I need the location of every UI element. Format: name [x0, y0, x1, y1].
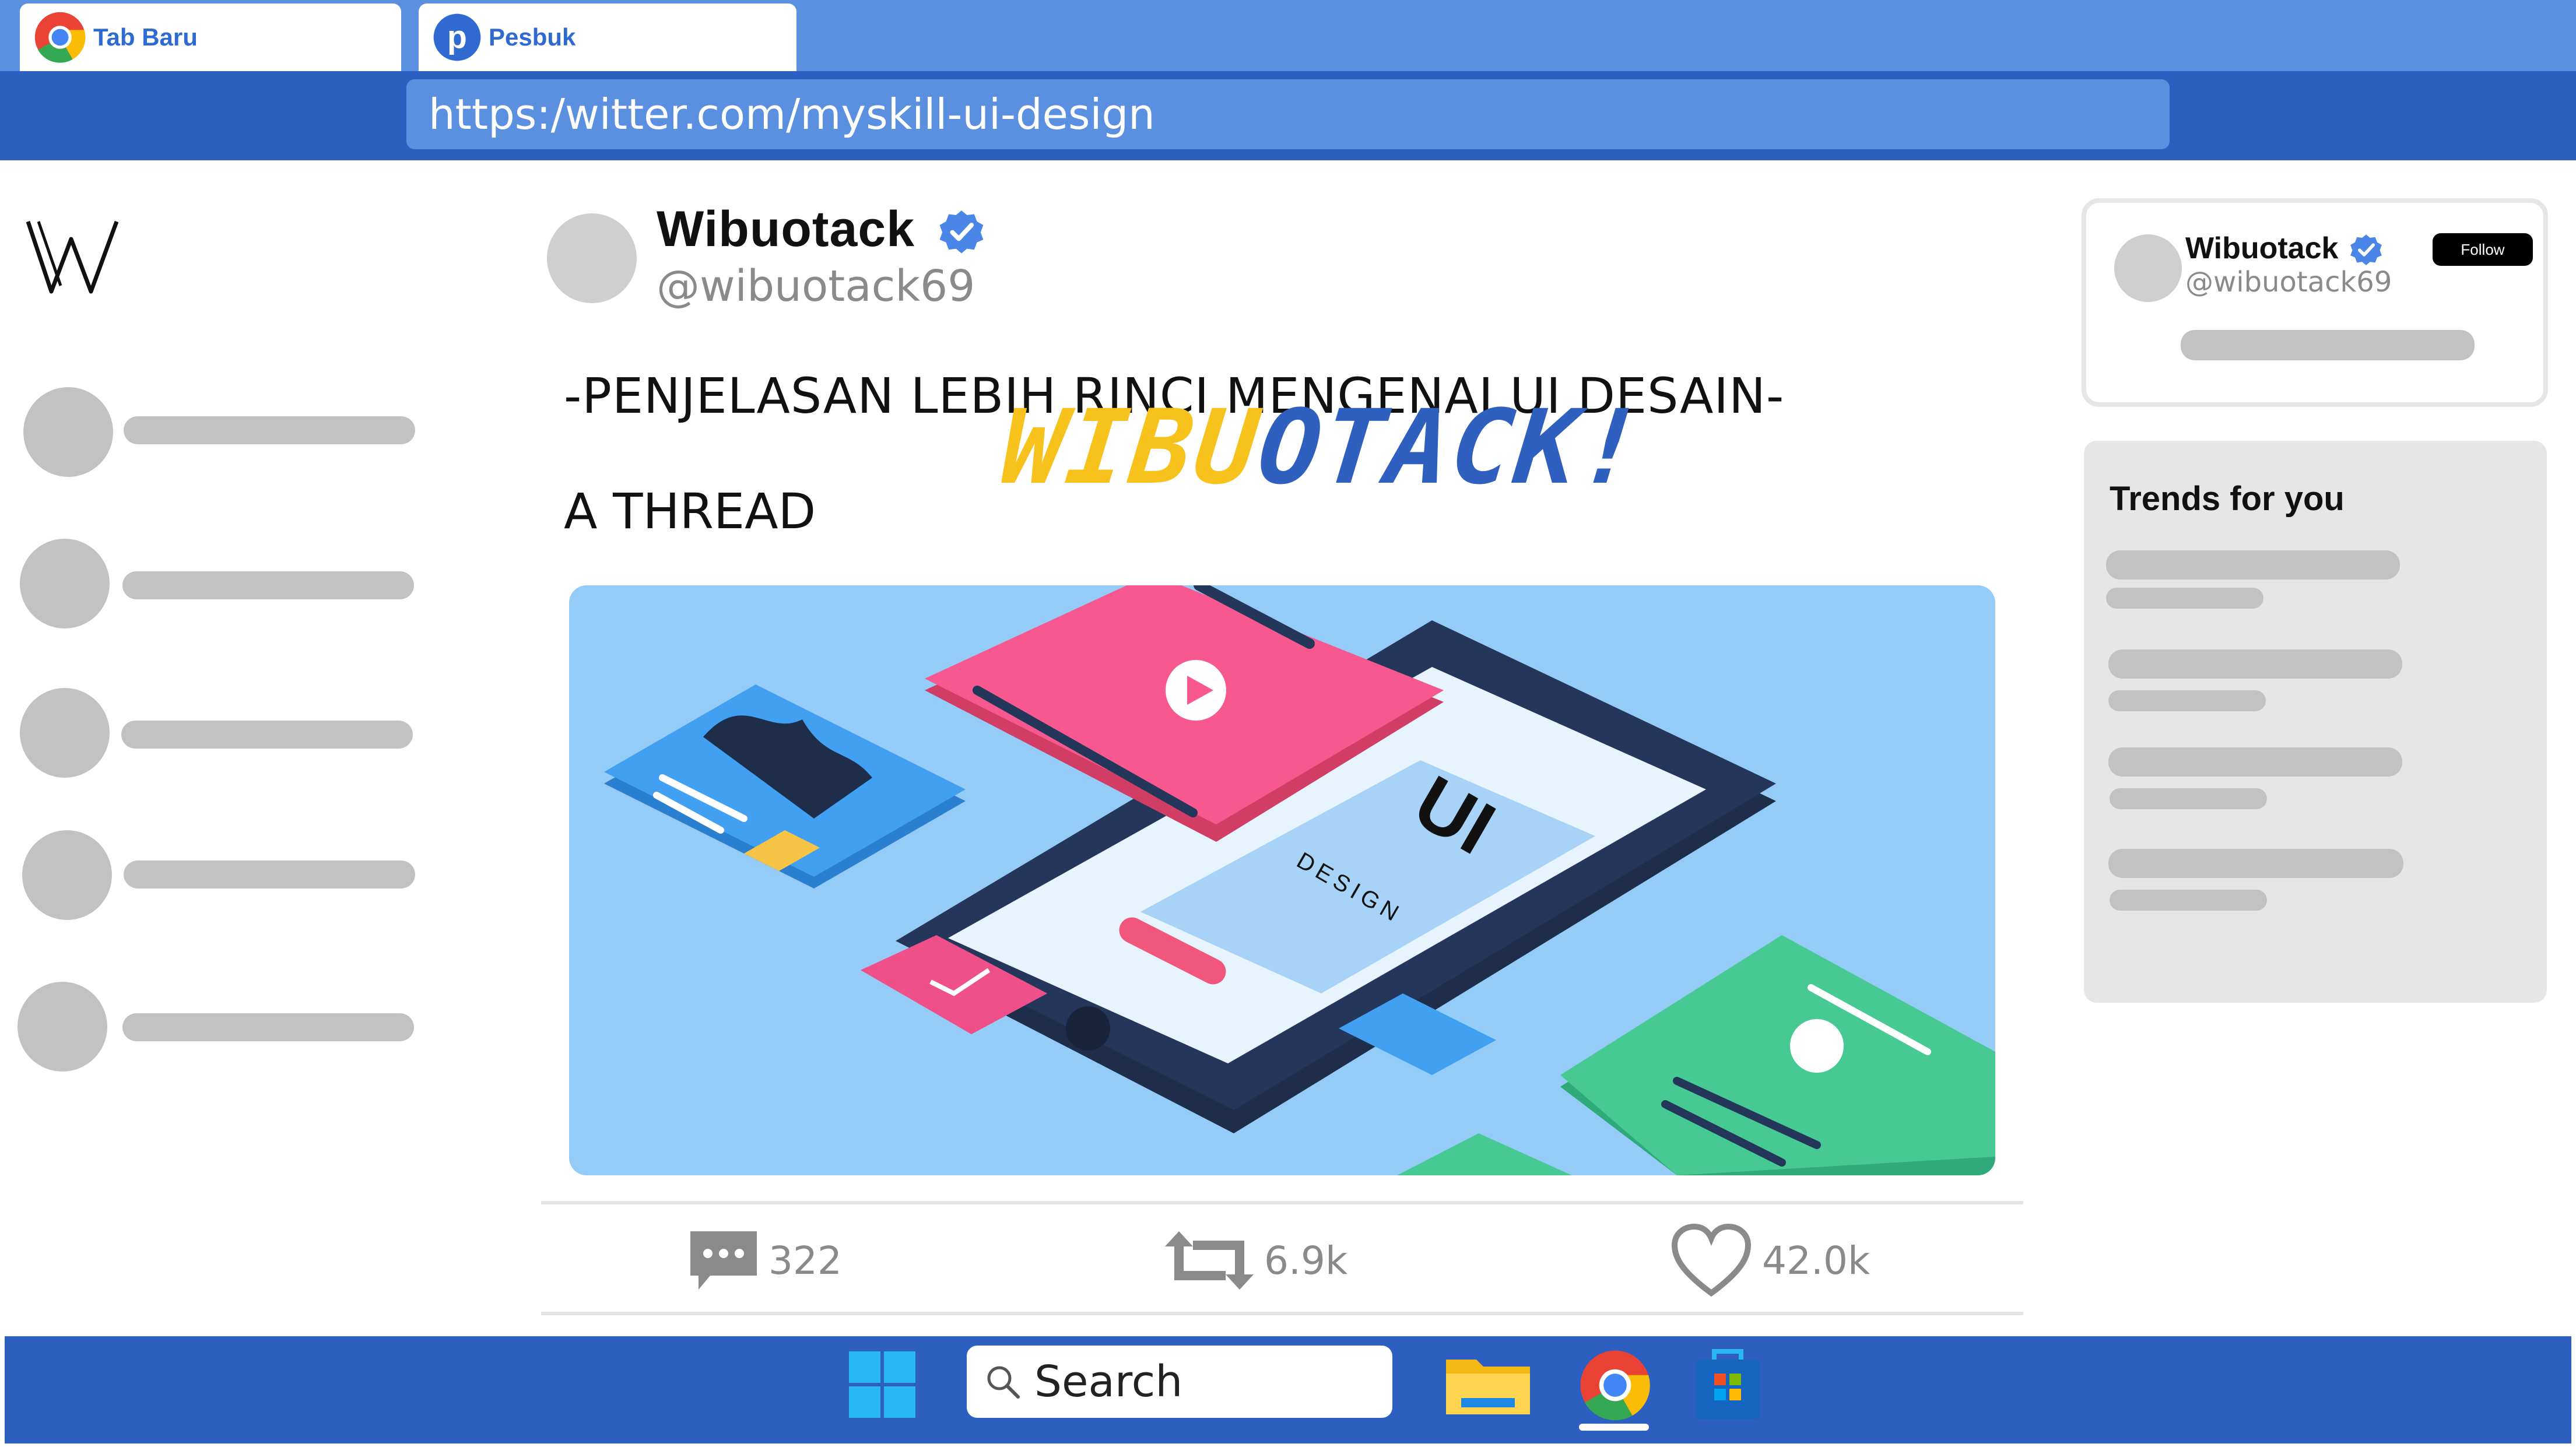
start-button[interactable] — [848, 1350, 917, 1422]
search-label: Search — [1034, 1357, 1183, 1407]
trend-meta-placeholder — [2108, 690, 2266, 711]
reply-button[interactable] — [687, 1228, 760, 1296]
store-icon — [1696, 1349, 1760, 1419]
retweet-icon — [1165, 1231, 1254, 1290]
search-icon — [987, 1366, 1020, 1399]
trend-meta-placeholder — [2106, 588, 2263, 609]
address-bar[interactable]: https:/witter.com/myskill-ui-design — [406, 79, 2170, 149]
watermark-part: OTACK! — [1253, 388, 1651, 507]
trend-item-placeholder[interactable] — [2108, 747, 2402, 777]
trend-meta-placeholder — [2110, 890, 2267, 911]
retweet-button[interactable] — [1161, 1229, 1257, 1295]
profile-name[interactable]: Wibuotack — [2185, 231, 2338, 266]
avatar[interactable] — [547, 213, 637, 303]
nav-icon-placeholder[interactable] — [23, 387, 113, 477]
folder-icon — [1446, 1360, 1530, 1414]
svg-text:p: p — [447, 19, 467, 55]
verified-badge-icon — [939, 210, 984, 254]
action-divider-top — [541, 1201, 2023, 1204]
chrome-taskbar-button[interactable] — [1579, 1349, 1651, 1424]
tweet-text-line: A THREAD — [564, 483, 816, 540]
verified-badge-icon — [2350, 234, 2382, 265]
tweet-image[interactable]: UI DESIGN — [569, 585, 1995, 1175]
trends-panel — [2084, 441, 2547, 1003]
trend-item-placeholder[interactable] — [2108, 649, 2402, 679]
nav-label-placeholder[interactable] — [122, 571, 414, 599]
action-divider-bottom — [541, 1312, 2023, 1315]
w-logo-icon — [26, 220, 119, 294]
file-explorer-button[interactable] — [1444, 1354, 1532, 1420]
tweet-author-handle[interactable]: @wibuotack69 — [657, 261, 975, 311]
taskbar-search-input[interactable]: Search — [967, 1346, 1392, 1418]
like-button[interactable] — [1671, 1223, 1752, 1302]
profile-card-illustration — [1560, 935, 1995, 1175]
trend-item-placeholder[interactable] — [2106, 550, 2400, 579]
browser-tab-bar: Tab Baru p Pesbuk — [0, 0, 2576, 71]
tab-tab-baru[interactable]: Tab Baru — [20, 3, 401, 71]
ui-design-illustration: UI DESIGN — [604, 585, 1995, 1175]
watermark-part: WIBU — [996, 388, 1266, 507]
tab-label: Tab Baru — [93, 23, 198, 51]
chrome-icon — [1580, 1350, 1650, 1421]
windows-icon — [849, 1351, 915, 1418]
trend-item-placeholder[interactable] — [2108, 849, 2403, 878]
reply-count: 322 — [768, 1238, 842, 1283]
active-app-indicator — [1579, 1424, 1649, 1431]
nav-icon-placeholder[interactable] — [17, 982, 107, 1072]
site-logo[interactable] — [23, 216, 146, 300]
retweet-count: 6.9k — [1264, 1238, 1348, 1283]
profile-avatar[interactable] — [2114, 234, 2182, 302]
nav-label-placeholder[interactable] — [122, 1013, 414, 1041]
nav-label-placeholder[interactable] — [124, 416, 415, 444]
tab-pesbuk[interactable]: p Pesbuk — [419, 3, 796, 71]
watermark: WIBUOTACK! — [996, 388, 1650, 507]
profile-handle[interactable]: @wibuotack69 — [2185, 266, 2392, 298]
nav-icon-placeholder[interactable] — [20, 539, 110, 628]
store-button[interactable] — [1693, 1346, 1762, 1424]
trends-title: Trends for you — [2110, 480, 2345, 518]
heart-icon — [1671, 1223, 1752, 1297]
chrome-icon — [34, 12, 86, 63]
nav-label-placeholder[interactable] — [124, 861, 415, 888]
profile-bio-placeholder — [2181, 330, 2475, 360]
pesbuk-icon: p — [433, 13, 481, 61]
tab-label: Pesbuk — [489, 23, 576, 51]
nav-label-placeholder[interactable] — [121, 721, 413, 749]
nav-icon-placeholder[interactable] — [22, 830, 112, 920]
trend-meta-placeholder — [2110, 788, 2267, 809]
like-count: 42.0k — [1762, 1238, 1870, 1283]
tweet-author-name[interactable]: Wibuotack — [657, 201, 915, 258]
profile-card — [2082, 198, 2548, 407]
nav-icon-placeholder[interactable] — [20, 688, 110, 778]
follow-button[interactable]: Follow — [2433, 233, 2533, 266]
chart-card — [604, 684, 966, 888]
comment-icon — [690, 1231, 757, 1290]
